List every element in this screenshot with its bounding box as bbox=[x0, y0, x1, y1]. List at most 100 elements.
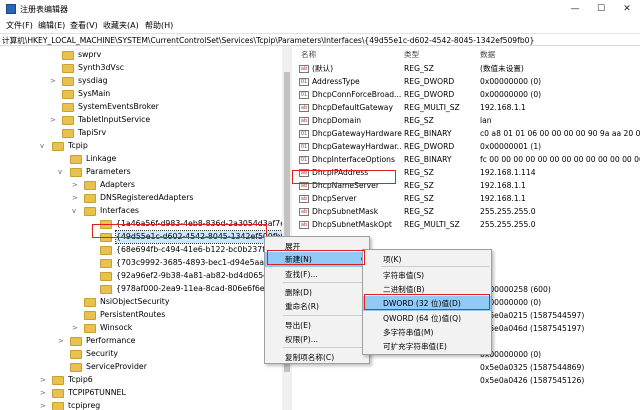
context-menu-item[interactable]: 导出(E) bbox=[265, 318, 369, 333]
tree-node[interactable]: > DNSRegisteredAdapters bbox=[0, 192, 280, 205]
column-header-name[interactable]: 名称 bbox=[301, 49, 316, 60]
menu-favorites[interactable]: 收藏夹(A) bbox=[103, 20, 139, 31]
folder-icon bbox=[70, 350, 82, 359]
submenu-label: 多字符串值(M) bbox=[383, 328, 434, 337]
tree-node[interactable]: SysMain bbox=[0, 88, 280, 101]
expand-toggle-icon[interactable]: > bbox=[40, 387, 48, 399]
tree-node-label: Linkage bbox=[86, 154, 117, 163]
column-header-data[interactable]: 数据 bbox=[480, 49, 495, 60]
value-row[interactable]: ab DhcpDomain REG_SZ lan bbox=[293, 115, 640, 128]
submenu-item[interactable]: 多字符串值(M) bbox=[363, 325, 491, 340]
tree-node[interactable]: v Interfaces bbox=[0, 205, 280, 218]
folder-icon bbox=[52, 389, 64, 398]
tree-node[interactable]: > Winsock bbox=[0, 322, 280, 335]
dhcpipaddress-highlight bbox=[292, 170, 396, 184]
tree-node-label: swprv bbox=[78, 50, 102, 59]
expand-toggle-icon[interactable]: > bbox=[50, 75, 58, 87]
value-row[interactable]: ab DhcpSubnetMask REG_SZ 255.255.255.0 bbox=[293, 206, 640, 219]
tree-node[interactable]: > Performance bbox=[0, 335, 280, 348]
tree-node[interactable]: swprv bbox=[0, 49, 280, 62]
value-name: AddressType bbox=[312, 77, 360, 86]
submenu-item[interactable]: 可扩充字符串值(E) bbox=[363, 339, 491, 354]
value-row[interactable]: ab DhcpSubnetMaskOpt REG_MULTI_SZ 255.255.2… bbox=[293, 219, 640, 232]
menu-separator bbox=[283, 282, 367, 283]
tree-node[interactable]: > TabletInputService bbox=[0, 114, 280, 127]
address-path[interactable]: 计算机\HKEY_LOCAL_MACHINE\SYSTEM\CurrentCon… bbox=[2, 35, 534, 46]
tree-node[interactable]: v Parameters bbox=[0, 166, 280, 179]
context-menu-label: 导出(E) bbox=[285, 321, 311, 330]
menu-file[interactable]: 文件(F) bbox=[6, 20, 33, 31]
value-row[interactable]: 01 DhcpConnForceBroad... REG_DWORD 0x000000… bbox=[293, 89, 640, 102]
value-name: DhcpGatewayHardware bbox=[312, 129, 402, 138]
tree-node[interactable]: SystemEventsBroker bbox=[0, 101, 280, 114]
tree-node[interactable]: {703c9992-3685-4893-bec1-d94e5aad905} bbox=[0, 257, 289, 270]
menu-help[interactable]: 帮助(H) bbox=[145, 20, 173, 31]
tree-node[interactable]: NsiObjectSecurity bbox=[0, 296, 280, 309]
value-data: 255.255.255.0 bbox=[480, 207, 536, 216]
value-type: REG_SZ bbox=[404, 64, 434, 73]
minimize-button[interactable]: — bbox=[562, 0, 588, 18]
folder-icon bbox=[84, 181, 96, 190]
menu-view[interactable]: 查看(V) bbox=[70, 20, 98, 31]
context-menu-item[interactable]: 查找(F)... bbox=[265, 267, 369, 282]
value-row[interactable]: 01 DhcpGatewayHardware REG_BINARY c0 a8 01 … bbox=[293, 128, 640, 141]
expand-toggle-icon[interactable]: v bbox=[40, 140, 48, 152]
value-data: 0x5e0a0426 (1587545126) bbox=[480, 376, 585, 385]
folder-icon bbox=[84, 194, 96, 203]
close-button[interactable]: ✕ bbox=[614, 0, 640, 18]
expand-toggle-icon[interactable]: > bbox=[40, 374, 48, 386]
submenu-item[interactable]: 字符串值(S) bbox=[363, 268, 491, 283]
value-type: REG_MULTI_SZ bbox=[404, 220, 460, 229]
tree-node[interactable]: Synth3dVsc bbox=[0, 62, 280, 75]
tree-node[interactable]: {978af000-2ea9-11ea-8cad-806e6f6e6963} bbox=[0, 283, 289, 296]
submenu-item[interactable]: QWORD (64 位)值(Q) bbox=[363, 311, 491, 326]
tree-node-label: Performance bbox=[86, 336, 136, 345]
value-type: REG_SZ bbox=[404, 194, 434, 203]
expand-toggle-icon[interactable]: v bbox=[58, 166, 66, 178]
value-row[interactable]: ab (默认) REG_SZ (数值未设置) bbox=[293, 63, 640, 76]
context-menu-label: 删除(D) bbox=[285, 288, 312, 297]
tree-node[interactable]: {68e694fb-c494-41e6-b122-bc0b237f12fe} bbox=[0, 244, 287, 257]
value-row[interactable]: 01 DhcpInterfaceOptions REG_BINARY fc 00 00… bbox=[293, 154, 640, 167]
value-row[interactable]: 01 AddressType REG_DWORD 0x00000000 (0) bbox=[293, 76, 640, 89]
tree-node[interactable]: Security bbox=[0, 348, 280, 361]
tree-node-label: Parameters bbox=[86, 167, 131, 176]
address-bar[interactable]: 计算机\HKEY_LOCAL_MACHINE\SYSTEM\CurrentCon… bbox=[0, 33, 640, 46]
value-row[interactable]: 0x5e0a0426 (1587545126) bbox=[293, 375, 640, 388]
expand-toggle-icon[interactable]: > bbox=[72, 179, 80, 191]
tree-node[interactable]: Linkage bbox=[0, 153, 280, 166]
expand-toggle-icon[interactable]: > bbox=[50, 114, 58, 126]
tree-node[interactable]: > Tcpip6 bbox=[0, 374, 280, 387]
tree-node[interactable]: TapiSrv bbox=[0, 127, 280, 140]
tree-node[interactable]: {92a96ef2-9b38-4a81-ab82-bd4d065e796} bbox=[0, 270, 288, 283]
regedit-app-icon bbox=[6, 4, 16, 14]
tree-node[interactable]: > Adapters bbox=[0, 179, 280, 192]
submenu-item[interactable]: 项(K) bbox=[363, 252, 491, 267]
column-header-type[interactable]: 类型 bbox=[404, 49, 419, 60]
context-menu-item[interactable]: 复制项名称(C) bbox=[265, 350, 369, 365]
maximize-button[interactable]: ☐ bbox=[588, 0, 614, 18]
folder-icon bbox=[62, 64, 74, 73]
tree-node[interactable]: > TCPIP6TUNNEL bbox=[0, 387, 280, 400]
context-menu-item[interactable]: 删除(D) bbox=[265, 285, 369, 300]
value-row[interactable]: ab DhcpDefaultGateway REG_MULTI_SZ 192.168.… bbox=[293, 102, 640, 115]
expand-toggle-icon[interactable]: > bbox=[58, 335, 66, 347]
tree-node[interactable]: PersistentRoutes bbox=[0, 309, 280, 322]
context-menu-item[interactable]: 权限(P)... bbox=[265, 332, 369, 347]
tree-node[interactable]: v Tcpip bbox=[0, 140, 280, 153]
expand-toggle-icon[interactable]: > bbox=[72, 322, 80, 334]
folder-icon bbox=[70, 155, 82, 164]
menu-edit[interactable]: 编辑(E) bbox=[38, 20, 65, 31]
tree-node-label: Tcpip bbox=[68, 141, 88, 150]
tree-node[interactable]: ServiceProvider bbox=[0, 361, 280, 374]
tree-node-label: SysMain bbox=[78, 89, 111, 98]
value-row[interactable]: 01 DhcpGatewayHardwar... REG_DWORD 0x000000… bbox=[293, 141, 640, 154]
tree-node[interactable]: > sysdiag bbox=[0, 75, 280, 88]
expand-toggle-icon[interactable]: v bbox=[72, 205, 80, 217]
value-name: DhcpInterfaceOptions bbox=[312, 155, 395, 164]
expand-toggle-icon[interactable]: > bbox=[72, 192, 80, 204]
context-menu-item[interactable]: 重命名(R) bbox=[265, 299, 369, 314]
tree-node[interactable]: > tcpipreg bbox=[0, 400, 280, 410]
expand-toggle-icon[interactable]: > bbox=[40, 400, 48, 410]
value-row[interactable]: ab DhcpServer REG_SZ 192.168.1.1 bbox=[293, 193, 640, 206]
